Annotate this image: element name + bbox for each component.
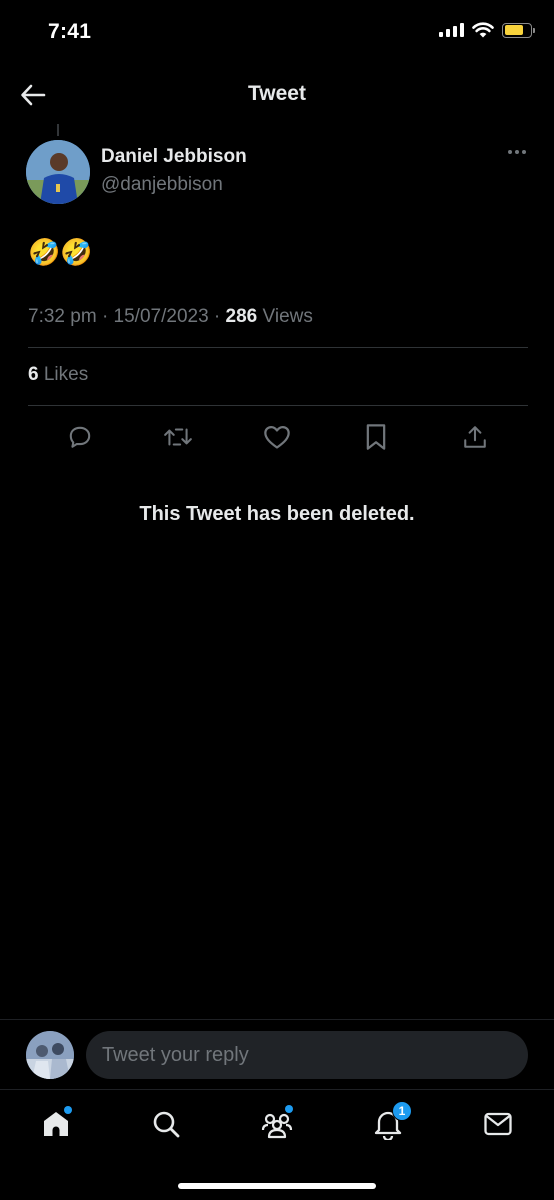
wifi-icon: [472, 22, 494, 38]
tweet-text-content: 🤣🤣: [28, 238, 93, 268]
share-button[interactable]: [458, 420, 492, 454]
author-handle[interactable]: @danjebbison: [101, 174, 223, 196]
tweet-actions: [28, 420, 528, 454]
author-avatar[interactable]: [26, 140, 90, 204]
divider: [28, 405, 528, 406]
bookmark-button[interactable]: [359, 420, 393, 454]
author-name[interactable]: Daniel Jebbison: [101, 146, 247, 168]
retweet-icon: [164, 428, 192, 446]
bookmark-icon: [366, 424, 386, 450]
tweet-time[interactable]: 7:32 pm: [28, 306, 97, 327]
reply-button[interactable]: [63, 420, 97, 454]
share-icon: [464, 426, 486, 448]
avatar-photo: [26, 140, 90, 204]
nav-notifications[interactable]: 1: [368, 1101, 412, 1144]
nav-communities[interactable]: [257, 1104, 297, 1144]
nav-search[interactable]: [146, 1104, 186, 1144]
nav-home[interactable]: [36, 1104, 76, 1144]
home-indicator: [178, 1183, 376, 1189]
search-icon: [153, 1111, 180, 1138]
top-header: Tweet: [0, 62, 554, 124]
notifications-badge: 1: [392, 1101, 412, 1121]
more-dot: [508, 150, 512, 154]
like-button[interactable]: [260, 420, 294, 454]
likes-label: Likes: [43, 364, 89, 385]
battery-level: [504, 25, 524, 35]
meta-separator: ·: [213, 306, 221, 327]
tweet-meta: 7:32 pm · 15/07/2023 · 286 Views: [28, 306, 313, 328]
likes-count: 6: [28, 364, 39, 385]
views-label: Views: [262, 306, 313, 327]
battery-icon: [502, 22, 535, 38]
status-bar: 7:41: [0, 0, 554, 62]
retweet-button[interactable]: [161, 420, 195, 454]
home-unread-dot: [64, 1106, 72, 1114]
reply-input[interactable]: [86, 1031, 528, 1079]
more-dot: [522, 150, 526, 154]
tweet-date[interactable]: 15/07/2023: [114, 306, 209, 327]
divider: [28, 347, 528, 348]
likes-link[interactable]: 6 Likes: [28, 364, 88, 386]
status-time: 7:41: [48, 20, 92, 43]
views-count: 286: [225, 306, 258, 327]
communities-unread-dot: [285, 1105, 293, 1113]
meta-separator: ·: [101, 306, 109, 327]
thread-line: [57, 124, 59, 136]
nav-messages[interactable]: [478, 1104, 518, 1144]
user-avatar[interactable]: [26, 1031, 74, 1079]
more-options-button[interactable]: [508, 150, 526, 154]
cellular-signal-icon: [439, 23, 464, 37]
page-title: Tweet: [248, 82, 306, 105]
tweet-text: 🤣🤣: [28, 238, 93, 268]
deleted-notice: This Tweet has been deleted.: [139, 503, 415, 525]
more-dot: [515, 150, 519, 154]
messages-icon: [484, 1112, 512, 1136]
status-icons: [439, 22, 535, 38]
like-icon: [264, 425, 290, 449]
reply-bar: [0, 1019, 554, 1089]
user-avatar-photo: [26, 1031, 74, 1079]
reply-icon: [69, 426, 91, 448]
